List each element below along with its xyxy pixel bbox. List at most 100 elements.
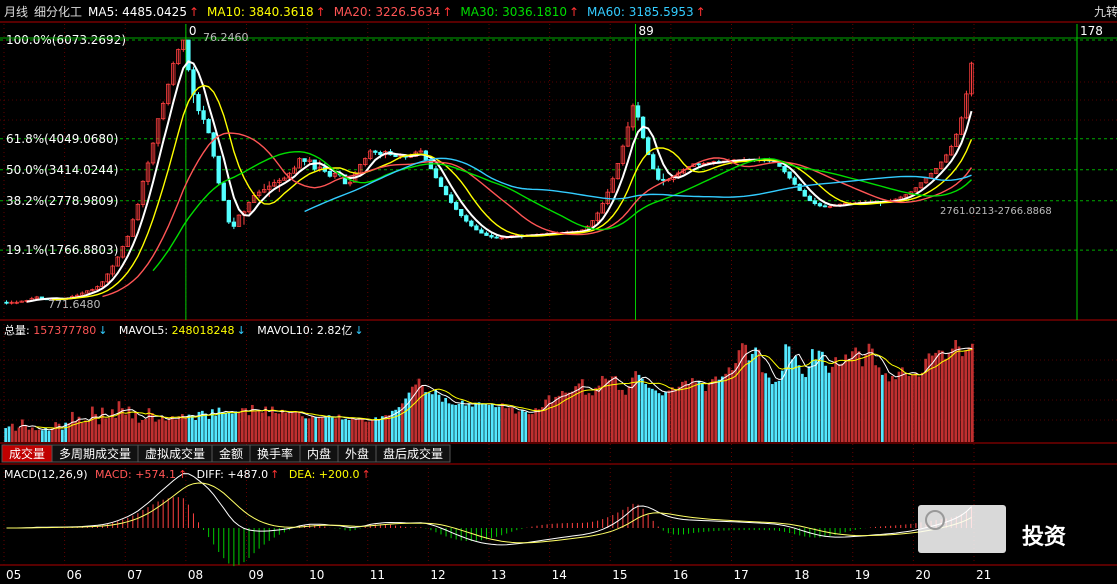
volume-bar	[174, 419, 178, 442]
volume-bar	[87, 421, 91, 442]
volume-bar	[107, 417, 111, 442]
tab-7[interactable]: 盘后成交量	[375, 444, 451, 463]
candle-body	[231, 221, 237, 227]
tab-label[interactable]: 成交量	[9, 446, 45, 461]
volume-bar	[244, 408, 248, 442]
volume-bar	[427, 392, 431, 442]
volume-bar	[220, 411, 224, 442]
volume-bar	[657, 393, 661, 442]
volume-bar	[767, 377, 771, 442]
volume-bar	[707, 382, 711, 442]
volume-bar	[334, 418, 338, 442]
volume-bar	[47, 430, 51, 442]
volume-bar	[454, 404, 458, 442]
tab-label[interactable]: 外盘	[345, 446, 369, 461]
tab-6[interactable]: 外盘	[337, 444, 377, 463]
volume-bar	[560, 391, 564, 442]
dea-arrow: ↑	[362, 468, 371, 481]
volume-bar	[894, 379, 898, 442]
candle-body	[453, 202, 459, 210]
volume-bar	[500, 403, 504, 442]
tab-1[interactable]: 多周期成交量	[51, 444, 139, 463]
volume-bar	[207, 418, 211, 442]
volume-bar	[794, 356, 798, 442]
volume-bar	[687, 384, 691, 442]
volume-bar	[497, 406, 501, 442]
ma-legend: MA5: 4485.0425 ↑ MA10: 3840.3618 ↑ MA20: 322…	[88, 5, 706, 19]
ma-legend-label: MA20:	[334, 5, 376, 19]
volume-bar	[204, 413, 208, 442]
volume-bar	[954, 340, 958, 442]
volume-bar	[550, 402, 554, 442]
ma-legend-value: 4485.0425	[122, 5, 187, 19]
volume-bar	[797, 365, 801, 442]
volume-bar	[714, 376, 718, 442]
volume-bar	[674, 388, 678, 442]
mavol10-arrow: ↓	[354, 324, 363, 337]
volume-bar	[624, 394, 628, 442]
tab-0[interactable]: 成交量	[1, 444, 53, 463]
volume-bar	[254, 411, 258, 442]
fib-level-label: 38.2%(2778.9809)	[6, 194, 118, 208]
candle-body	[822, 205, 828, 208]
stock-chart: 100.0%(6073.2692) 61.8%(4049.0680) 50.0%(3…	[0, 0, 1117, 584]
volume-bar	[967, 347, 971, 442]
tab-label[interactable]: 金额	[219, 446, 243, 461]
volume-bar	[224, 412, 228, 442]
candle-body	[216, 155, 221, 184]
period-label: 月线	[4, 5, 28, 19]
range-annotation: 2761.0213-2766.8868	[940, 206, 1052, 217]
candle-body	[651, 154, 656, 170]
tab-label[interactable]: 换手率	[257, 446, 293, 461]
tab-label[interactable]: 多周期成交量	[59, 446, 131, 461]
volume-bar	[720, 376, 724, 442]
ma-legend-value: 3226.5634	[375, 5, 440, 19]
volume-bar	[810, 349, 814, 442]
volume-bar	[320, 416, 324, 442]
volume-bar	[284, 412, 288, 442]
volume-bar	[124, 414, 128, 442]
volume-bar	[580, 379, 584, 442]
volume-bar	[450, 404, 454, 442]
candle-body	[484, 232, 489, 236]
volume-bar	[387, 415, 391, 442]
ma-legend-arrow: ↑	[189, 5, 199, 19]
volume-bar	[807, 366, 811, 442]
volume-bar	[904, 373, 908, 442]
x-axis-tick-label: 10	[309, 568, 324, 582]
volume-bar	[704, 391, 708, 442]
volume-bar	[180, 414, 184, 442]
volume-bar	[557, 395, 561, 442]
tab-label[interactable]: 内盘	[307, 446, 331, 461]
volume-bar	[164, 420, 168, 442]
volume-bar	[777, 380, 781, 442]
volume-bar	[270, 406, 274, 442]
tab-label[interactable]: 盘后成交量	[383, 446, 443, 461]
dea-value: +200.0	[319, 468, 360, 481]
tab-2[interactable]: 虚拟成交量	[137, 444, 213, 463]
volume-bar	[7, 426, 11, 442]
candle-body	[226, 200, 231, 223]
candle-body	[792, 177, 797, 185]
volume-bar	[570, 391, 574, 442]
tab-label[interactable]: 虚拟成交量	[145, 446, 205, 461]
tab-5[interactable]: 内盘	[299, 444, 339, 463]
corner-label: 九转	[1094, 4, 1117, 19]
volume-bar	[240, 408, 244, 442]
volume-bar	[340, 419, 344, 442]
volume-bar	[697, 380, 701, 442]
volume-bar	[360, 418, 364, 442]
total-volume-value: 157377780	[33, 324, 96, 337]
volume-bar	[127, 406, 131, 442]
candle-body	[464, 215, 469, 222]
volume-bar	[667, 390, 671, 442]
volume-bar	[34, 430, 38, 442]
tab-3[interactable]: 金额	[211, 444, 251, 463]
volume-bar	[637, 374, 641, 442]
volume-bar	[824, 365, 828, 442]
candle-body	[459, 208, 464, 217]
volume-bar	[104, 418, 108, 442]
volume-bar	[677, 386, 681, 442]
tab-4[interactable]: 换手率	[249, 444, 301, 463]
volume-bar	[844, 354, 848, 442]
